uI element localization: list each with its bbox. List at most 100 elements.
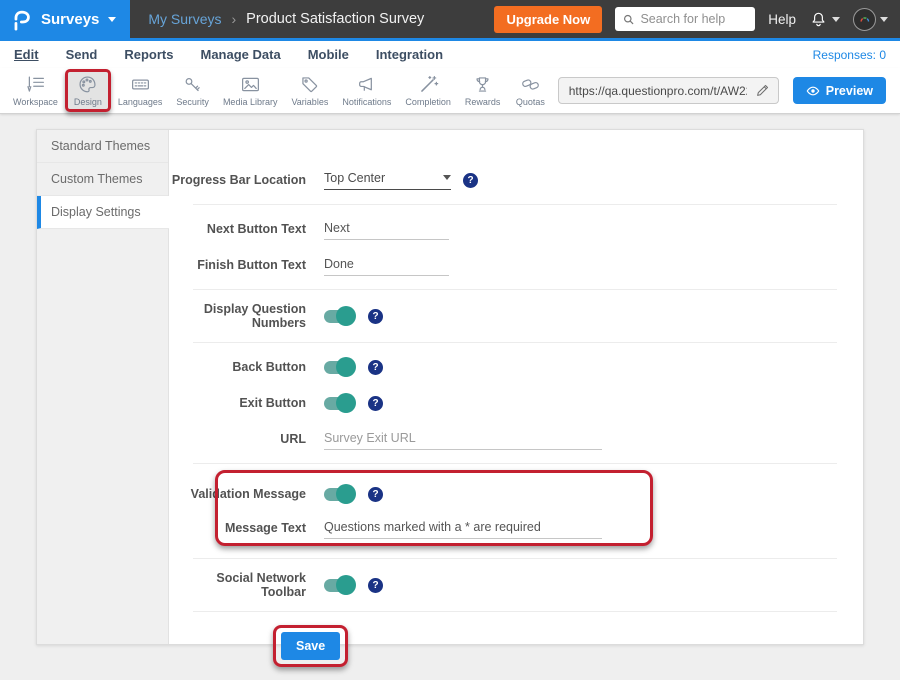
- toolbar-item-variables[interactable]: Variables: [284, 71, 335, 110]
- save-button-group: Save: [281, 632, 340, 660]
- toolbar-item-languages[interactable]: Languages: [111, 71, 170, 110]
- next-button-text-row: Next Button Text: [169, 217, 837, 241]
- edit-url-button[interactable]: [747, 78, 778, 103]
- design-sidebar: Standard Themes Custom Themes Display Se…: [37, 130, 169, 644]
- help-icon[interactable]: [463, 173, 478, 188]
- display-question-numbers-toggle[interactable]: [324, 310, 354, 323]
- toolbar-item-workspace[interactable]: Workspace: [6, 71, 65, 110]
- chevron-down-icon: [832, 17, 840, 22]
- nav-mobile[interactable]: Mobile: [308, 47, 349, 62]
- toolbar-right: https://qa.questionpro.com/t/AW22Zcq2J P…: [558, 77, 894, 104]
- exit-button-toggle[interactable]: [324, 397, 354, 410]
- breadcrumb: My Surveys › Product Satisfaction Survey: [148, 0, 424, 38]
- account-menu[interactable]: [853, 8, 888, 31]
- preview-button[interactable]: Preview: [793, 77, 886, 104]
- nav-integration[interactable]: Integration: [376, 47, 443, 62]
- progress-bar-location-select[interactable]: Top Center: [324, 171, 451, 190]
- pencil-icon: [755, 83, 770, 98]
- divider: [193, 558, 837, 559]
- product-menu-label: Surveys: [41, 11, 99, 28]
- questionpro-logo-icon: [10, 7, 32, 31]
- help-icon[interactable]: [368, 487, 383, 502]
- finish-button-text-input[interactable]: [324, 255, 449, 276]
- topbar-actions: Upgrade Now Help: [494, 0, 900, 38]
- help-icon[interactable]: [368, 578, 383, 593]
- questionpro-app: Surveys My Surveys › Product Satisfactio…: [0, 0, 900, 680]
- nav-edit[interactable]: Edit: [14, 47, 39, 62]
- eye-icon: [806, 85, 820, 97]
- help-icon[interactable]: [368, 360, 383, 375]
- back-button-row: Back Button: [169, 355, 837, 379]
- toolbar-item-notifications[interactable]: Notifications: [335, 71, 398, 110]
- sidebar-item-standard-themes[interactable]: Standard Themes: [37, 130, 168, 163]
- design-icon: [77, 74, 98, 95]
- validation-message-toggle[interactable]: [324, 488, 354, 501]
- chevron-down-icon: [880, 17, 888, 22]
- divider: [193, 463, 837, 464]
- toolbar-item-design[interactable]: Design: [65, 69, 111, 112]
- message-text-row: Message Text: [169, 516, 837, 540]
- toolbar-item-completion[interactable]: Completion: [398, 71, 458, 110]
- finish-button-text-label: Finish Button Text: [169, 258, 324, 272]
- sidebar-item-custom-themes[interactable]: Custom Themes: [37, 163, 168, 196]
- display-question-numbers-row: Display Question Numbers: [169, 302, 837, 330]
- toolbar-item-security[interactable]: Security: [169, 71, 216, 110]
- divider: [193, 342, 837, 343]
- avatar: [853, 8, 876, 31]
- design-settings-card: Standard Themes Custom Themes Display Se…: [36, 129, 864, 645]
- workspace-icon: [25, 74, 46, 95]
- exit-url-input[interactable]: [324, 429, 602, 450]
- divider: [193, 289, 837, 290]
- exit-button-row: Exit Button: [169, 391, 837, 415]
- trophy-icon: [472, 74, 493, 95]
- divider: [193, 611, 837, 612]
- survey-url-field: https://qa.questionpro.com/t/AW22Zcq2J: [558, 77, 779, 104]
- back-button-label: Back Button: [169, 360, 324, 374]
- nav-manage-data[interactable]: Manage Data: [200, 47, 280, 62]
- next-button-text-input[interactable]: [324, 219, 449, 240]
- help-link[interactable]: Help: [768, 12, 796, 27]
- chevron-down-icon: [443, 175, 451, 180]
- page-title: Product Satisfaction Survey: [246, 11, 424, 27]
- help-icon[interactable]: [368, 396, 383, 411]
- bell-icon: [809, 10, 828, 29]
- search-icon: [623, 13, 634, 26]
- gauge-icon: [857, 12, 872, 27]
- exit-url-row: URL: [169, 427, 837, 451]
- variables-icon: [299, 74, 320, 95]
- social-network-toolbar-toggle[interactable]: [324, 579, 354, 592]
- progress-bar-location-label: Progress Bar Location: [169, 173, 324, 187]
- nav-reports[interactable]: Reports: [124, 47, 173, 62]
- help-icon[interactable]: [368, 309, 383, 324]
- notifications-bell[interactable]: [809, 10, 840, 29]
- chain-link-icon: [520, 74, 541, 95]
- security-icon: [182, 74, 203, 95]
- breadcrumb-separator: ›: [232, 11, 237, 27]
- save-button[interactable]: Save: [281, 632, 340, 660]
- exit-button-label: Exit Button: [169, 396, 324, 410]
- megaphone-icon: [356, 74, 377, 95]
- exit-url-label: URL: [169, 432, 324, 446]
- help-search-box[interactable]: [615, 7, 755, 31]
- social-network-toolbar-label: Social Network Toolbar: [169, 571, 324, 599]
- display-settings-panel: Progress Bar Location Top Center Next Bu…: [169, 130, 863, 644]
- nav-send[interactable]: Send: [66, 47, 98, 62]
- sidebar-item-display-settings[interactable]: Display Settings: [37, 196, 169, 229]
- breadcrumb-my-surveys[interactable]: My Surveys: [148, 11, 221, 27]
- back-button-toggle[interactable]: [324, 361, 354, 374]
- toolbar-item-media-library[interactable]: Media Library: [216, 71, 285, 110]
- nav-items: Edit Send Reports Manage Data Mobile Int…: [14, 47, 443, 62]
- message-text-label: Message Text: [169, 521, 324, 535]
- product-menu[interactable]: Surveys: [0, 0, 130, 38]
- toolbar-item-rewards[interactable]: Rewards: [458, 71, 508, 110]
- responses-count[interactable]: Responses: 0: [813, 48, 886, 62]
- toolbar-item-quotas[interactable]: Quotas: [507, 71, 553, 110]
- search-input[interactable]: [640, 12, 747, 26]
- upgrade-now-button[interactable]: Upgrade Now: [494, 6, 602, 33]
- survey-url[interactable]: https://qa.questionpro.com/t/AW22Zcq2J: [559, 84, 747, 98]
- message-text-input[interactable]: [324, 518, 602, 539]
- validation-message-label: Validation Message: [169, 487, 324, 501]
- validation-message-group: Validation Message Message Text: [169, 476, 837, 546]
- validation-message-row: Validation Message: [169, 482, 837, 506]
- divider: [193, 204, 837, 205]
